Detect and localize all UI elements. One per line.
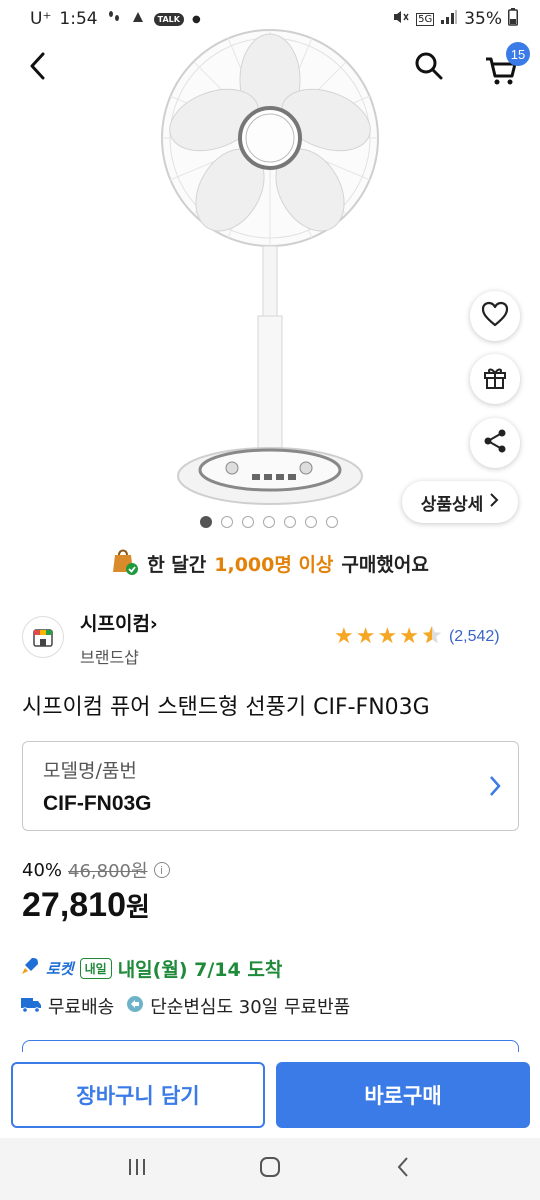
signal-icon	[440, 9, 458, 30]
arrival-text: 내일(월) 7/14 도착	[117, 959, 283, 981]
rocket-delivery-row: 로켓 내일 내일(월) 7/14 도착	[20, 955, 282, 982]
system-nav-bar	[0, 1138, 540, 1200]
original-price: 46,800원	[68, 861, 148, 882]
shipping-row: 무료배송 단순변심도 30일 무료반품	[20, 993, 350, 1019]
half-star-icon	[421, 624, 443, 650]
cart-button[interactable]: 15	[478, 42, 530, 90]
clock: 1:54	[59, 9, 98, 29]
carrier-label: U⁺	[30, 9, 52, 29]
seller-name-link[interactable]: 시프이컴›	[80, 609, 158, 636]
battery-icon	[508, 7, 518, 31]
gift-button[interactable]	[470, 354, 520, 404]
recent-apps-icon	[126, 1157, 148, 1181]
chevron-left-icon	[396, 1156, 410, 1182]
option-selector[interactable]: 모델명/품번 CIF-FN03G	[22, 741, 519, 831]
add-to-cart-button[interactable]: 장바구니 담기	[11, 1062, 265, 1128]
footprint-icon	[106, 9, 122, 29]
banner-prefix: 한 달간	[147, 554, 207, 576]
image-pager	[200, 516, 338, 528]
info-icon[interactable]: i	[153, 862, 170, 878]
wishlist-button[interactable]	[470, 291, 520, 341]
shopping-bag-icon	[111, 546, 139, 581]
product-image[interactable]	[150, 20, 390, 510]
chevron-right-icon: ›	[149, 613, 158, 635]
mute-icon	[392, 9, 410, 30]
network-type: 5G	[416, 12, 435, 26]
return-policy-text: 단순변심도 30일 무료반품	[150, 997, 351, 1018]
sale-price-value: 27,810	[22, 886, 126, 924]
currency-unit: 원	[126, 893, 150, 923]
purchase-count-banner: 한 달간 1,000명 이상 구매했어요	[0, 546, 540, 581]
discount-rate: 40%	[22, 859, 63, 881]
pager-dot[interactable]	[326, 516, 338, 528]
seller-name: 시프이컴	[80, 613, 150, 635]
pager-dot[interactable]	[242, 516, 254, 528]
sale-price: 27,810원	[22, 886, 150, 925]
rating-count: (2,542)	[448, 628, 500, 645]
rocket-icon	[20, 956, 40, 981]
back-button[interactable]	[18, 48, 58, 88]
chevron-right-icon	[489, 492, 499, 513]
star-icon: ★	[355, 624, 376, 649]
cart-count-badge: 15	[506, 42, 530, 66]
tomorrow-badge: 내일	[79, 958, 112, 979]
home-button[interactable]	[240, 1144, 300, 1194]
system-back-button[interactable]	[373, 1144, 433, 1194]
option-value: CIF-FN03G	[43, 792, 152, 815]
pager-dot[interactable]	[221, 516, 233, 528]
option-label: 모델명/품번	[43, 760, 137, 782]
seller-subtitle: 브랜드샵	[80, 648, 139, 667]
pager-dot[interactable]	[284, 516, 296, 528]
product-detail-button[interactable]: 상품상세	[402, 481, 518, 523]
home-icon	[258, 1155, 282, 1183]
rating-summary[interactable]: ★ ★ ★ ★ (2,542)	[334, 624, 500, 650]
return-icon	[126, 995, 144, 1018]
star-icon: ★	[399, 624, 419, 649]
chevron-right-icon	[488, 774, 502, 802]
truck-icon	[20, 995, 42, 1018]
chevron-left-icon	[27, 52, 49, 84]
star-icon: ★	[377, 624, 398, 649]
product-detail-label: 상품상세	[420, 494, 484, 515]
cta-bar: 장바구니 담기 바로구매	[0, 1052, 540, 1138]
heart-icon	[481, 301, 509, 331]
seller-logo[interactable]	[22, 616, 64, 658]
banner-highlight: 1,000명 이상	[214, 554, 334, 576]
battery-percent: 35%	[464, 9, 502, 29]
search-icon	[414, 51, 444, 85]
recent-apps-button[interactable]	[107, 1144, 167, 1194]
free-shipping-text: 무료배송	[48, 997, 115, 1018]
share-button[interactable]	[470, 418, 520, 468]
star-icon: ★	[334, 624, 354, 649]
notification-icon	[130, 9, 146, 29]
search-button[interactable]	[408, 48, 450, 88]
status-right: 5G 35%	[392, 7, 518, 31]
pager-dot[interactable]	[200, 516, 212, 528]
gift-icon	[482, 364, 508, 394]
discount-row: 40% 46,800원 i	[22, 857, 170, 883]
product-title: 시프이컴 퓨어 스탠드형 선풍기 CIF-FN03G	[22, 695, 430, 720]
pager-dot[interactable]	[263, 516, 275, 528]
pager-dot[interactable]	[305, 516, 317, 528]
buy-now-button[interactable]: 바로구매	[276, 1062, 530, 1128]
share-icon	[482, 428, 508, 458]
rocket-badge: 로켓	[46, 960, 74, 978]
banner-suffix: 구매했어요	[341, 554, 429, 576]
